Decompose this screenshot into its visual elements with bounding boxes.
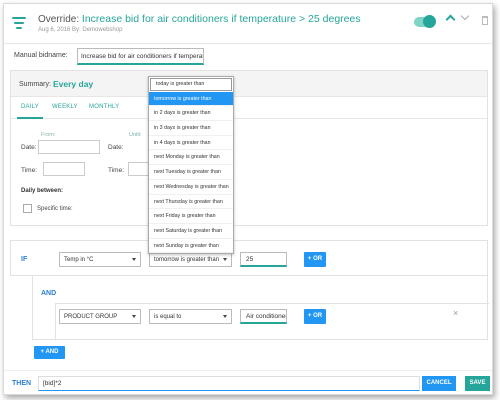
daily-between-label: Daily between: [21,188,64,194]
if-row: IF Temp in °C tomorrow is greater than 2… [10,240,488,276]
add-or-button-and[interactable]: + OR [304,309,326,324]
until-date-label: Date: [108,144,124,151]
summary-value: Every day [53,79,94,89]
filter-menu-icon[interactable] [12,17,26,29]
if-operator-value: tomorrow is greater than [154,257,220,263]
conditions-panel: IF Temp in °C tomorrow is greater than 2… [10,240,489,367]
active-toggle[interactable] [414,15,436,28]
close-icon[interactable]: × [453,308,458,318]
chevron-down-icon[interactable] [460,11,470,21]
specific-time-checkbox[interactable] [23,204,32,213]
save-button[interactable]: SAVE [465,376,490,391]
if-label: IF [21,256,28,263]
and-label: AND [41,290,57,297]
author-text: Demowebshop [82,27,123,33]
and-value-input[interactable]: Air conditioner [240,309,287,324]
title-text: Increase bid for air conditioners if tem… [81,13,361,25]
if-field-value: Temp in °C [64,257,94,263]
if-field-select[interactable]: Temp in °C [59,252,141,267]
chevron-up-icon[interactable] [445,14,456,25]
and-field-select[interactable]: PRODUCT GROUP [59,309,141,324]
tab-monthly[interactable]: MONTHLY [89,104,119,110]
title-prefix: Override: [38,14,80,25]
add-and-button[interactable]: + AND [34,346,65,359]
dropdown-option-next-friday[interactable]: next Friday is greater than [149,209,233,224]
dropdown-option-in-4-days[interactable]: in 4 days is greater than [149,136,233,151]
then-formula-input[interactable]: [bid]*2 [38,376,420,391]
operator-dropdown: today is greater than tomorrow is greate… [148,76,234,254]
specific-time-label: Specific time: [37,206,73,212]
then-label: THEN [12,380,32,387]
subtitle: Aug 6, 2016 By: Demowebshop [38,27,122,33]
summary-bar: Summary: Every day [11,71,487,97]
rule-editor: Override: Increase bid for air condition… [3,3,493,395]
from-label: From: [41,132,56,138]
schedule-tabs: DAILY WEEKLY MONTHLY [11,97,487,119]
until-label: Until: [129,132,142,138]
tab-daily[interactable]: DAILY [17,104,43,119]
from-date-label: Date: [21,144,37,151]
from-date-input[interactable] [38,140,100,154]
dropdown-option-next-sunday[interactable]: next Sunday is greater than [149,239,233,254]
from-time-input[interactable] [43,162,85,176]
dropdown-option-next-monday[interactable]: next Monday is greater than [149,150,233,166]
and-group: AND PRODUCT GROUP is equal to Air condit… [32,276,489,340]
tab-weekly[interactable]: WEEKLY [52,104,78,110]
add-or-button[interactable]: + OR [304,252,326,267]
caret-down-icon [132,258,136,261]
dropdown-option-tomorrow[interactable]: tomorrow is greater than [149,91,233,107]
dropdown-option-today[interactable]: today is greater than [150,78,232,91]
and-operator-value: is equal to [154,314,182,320]
dropdown-option-in-3-days[interactable]: in 3 days is greater than [149,121,233,136]
and-operator-select[interactable]: is equal to [149,309,232,324]
header: Override: Increase bid for air condition… [4,4,492,44]
by-label: By: [72,27,81,33]
dropdown-option-in-2-days[interactable]: in 2 days is greater than [149,106,233,122]
bidname-label: Manual bidname: [14,52,68,59]
until-time-label: Time: [108,167,125,174]
caret-down-icon [223,258,227,261]
dropdown-option-next-wednesday[interactable]: next Wednesday is greater than [149,180,233,195]
cancel-button[interactable]: CANCEL [422,376,456,391]
from-time-label: Time: [21,167,38,174]
if-value-input[interactable]: 25 [240,252,287,267]
and-condition-row: PRODUCT GROUP is equal to Air conditione… [55,303,489,340]
and-field-value: PRODUCT GROUP [64,314,118,320]
summary-label: Summary: [19,81,51,88]
if-operator-select[interactable]: tomorrow is greater than [149,252,232,267]
caret-down-icon [223,315,227,318]
toggle-knob [423,15,436,28]
caret-down-icon [132,315,136,318]
then-bar: THEN [bid]*2 CANCEL SAVE [4,370,492,394]
dropdown-option-next-tuesday[interactable]: next Tuesday is greater than [149,165,233,180]
page-title: Override: Increase bid for air condition… [38,13,361,25]
schedule-panel: Summary: Every day DAILY WEEKLY MONTHLY … [10,70,488,226]
dropdown-option-next-thursday[interactable]: next Thursday is greater than [149,195,233,210]
bidname-input[interactable]: Increase bid for air conditioners if tem… [77,48,204,65]
date-text: Aug 6, 2016 [38,27,71,33]
trash-icon[interactable] [482,16,488,25]
dropdown-option-next-saturday[interactable]: next Saturday is greater than [149,224,233,239]
